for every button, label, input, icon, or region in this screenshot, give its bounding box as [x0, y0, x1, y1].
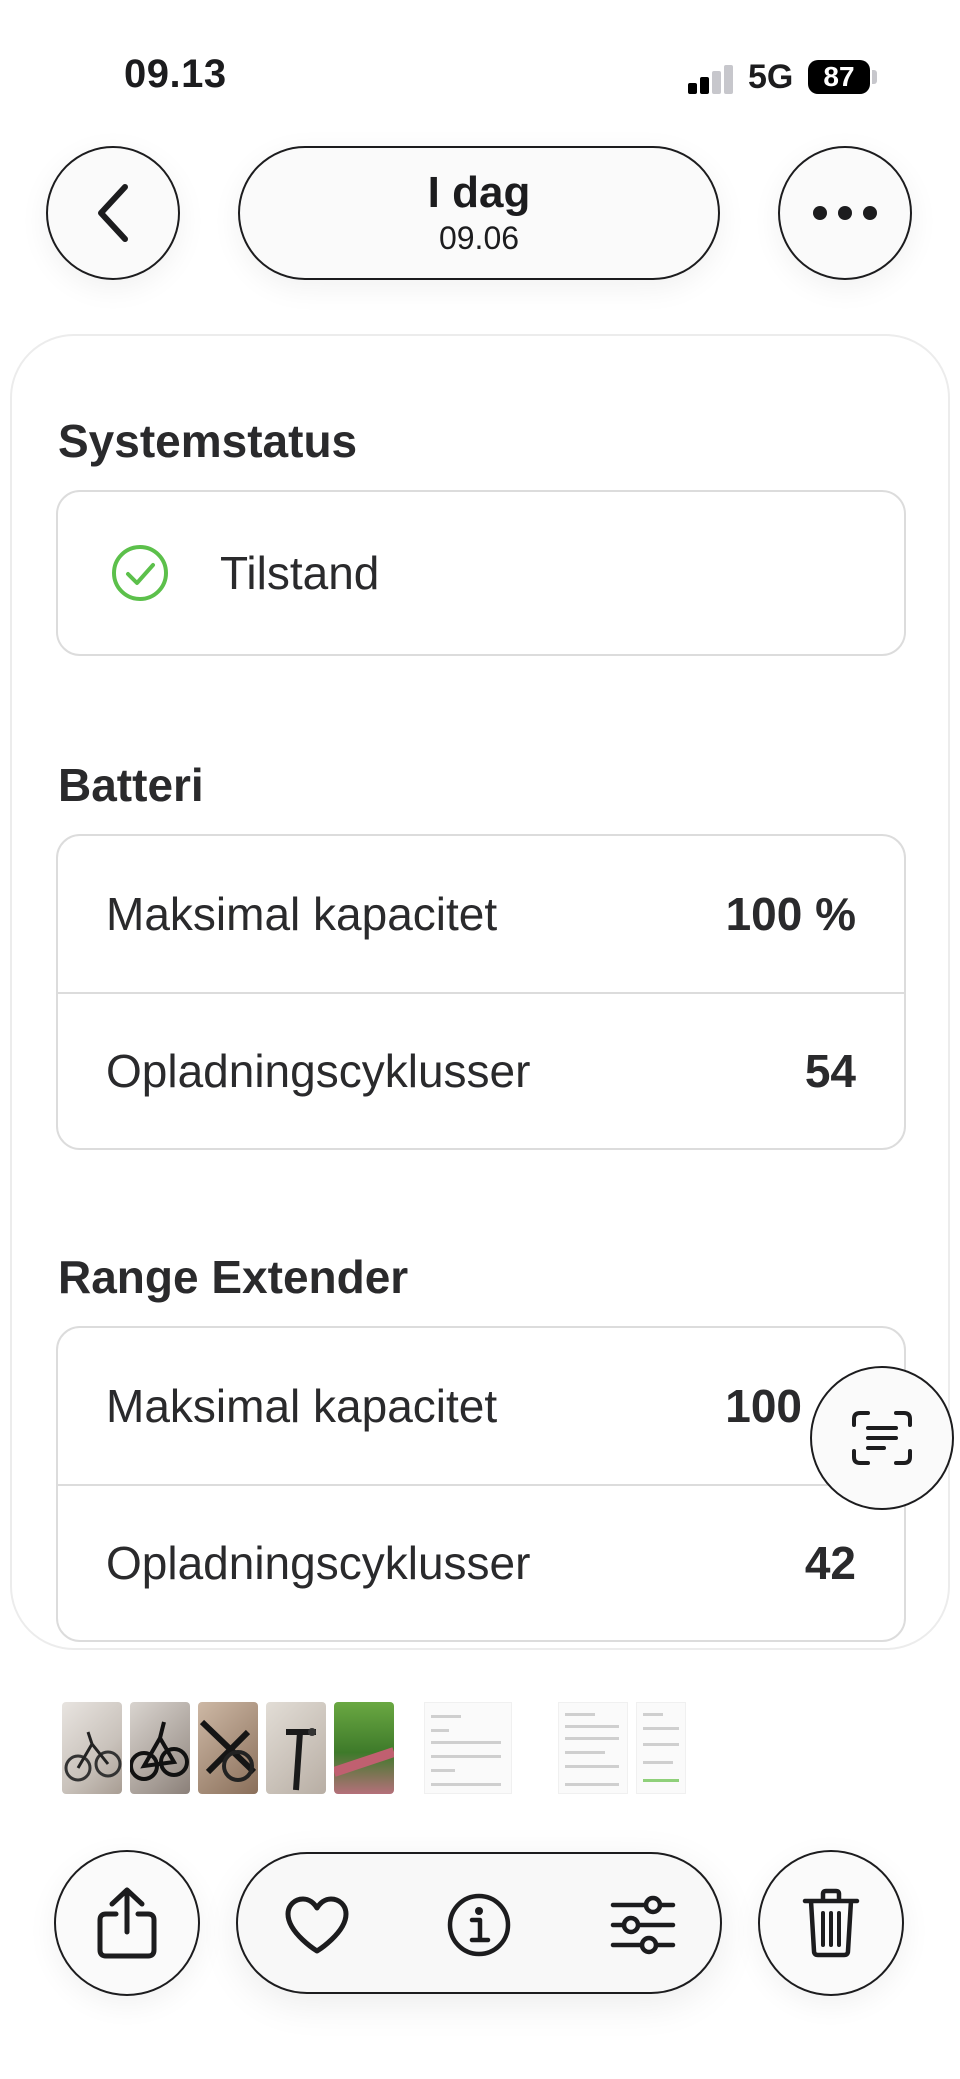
- thumbnail-bike-1[interactable]: [62, 1702, 122, 1794]
- system-status-row[interactable]: Tilstand: [58, 492, 904, 654]
- thumbnail-screenshot-1[interactable]: [424, 1702, 512, 1794]
- info-button[interactable]: [444, 1890, 514, 1960]
- chevron-left-icon: [98, 184, 128, 242]
- thumbnail-bike-5[interactable]: [334, 1702, 394, 1794]
- bike-image: [130, 1721, 189, 1781]
- battery-tip: [872, 70, 877, 84]
- row-value: 100 %: [725, 888, 856, 940]
- thumbnail-strip[interactable]: [62, 1702, 702, 1794]
- row-value: 42: [804, 1537, 856, 1589]
- live-text-button[interactable]: [810, 1366, 954, 1510]
- sliders-icon: [610, 1895, 676, 1955]
- section-heading-range-extender: Range Extender: [58, 1251, 409, 1303]
- battery-icon: 87: [808, 60, 870, 94]
- favorite-button[interactable]: [282, 1890, 352, 1960]
- battery-charge-cycles-row: Opladningscyklusser 54: [58, 992, 904, 1148]
- back-button[interactable]: [46, 146, 180, 280]
- row-label: Opladningscyklusser: [106, 1537, 531, 1589]
- system-status-group: Tilstand: [56, 490, 906, 656]
- share-button[interactable]: [54, 1850, 200, 1996]
- action-toolbar: [236, 1852, 722, 1994]
- heart-icon: [285, 1896, 349, 1954]
- section-heading-battery: Batteri: [58, 759, 204, 811]
- date-title-pill[interactable]: I dag 09.06: [238, 146, 720, 280]
- status-label: Tilstand: [220, 547, 380, 599]
- row-label: Maksimal kapacitet: [106, 888, 498, 940]
- thumbnail-screenshot-3[interactable]: [636, 1702, 686, 1794]
- status-bar: 09.13 5G 87: [0, 0, 960, 120]
- section-heading-system: Systemstatus: [58, 415, 358, 467]
- row-label: Opladningscyklusser: [106, 1045, 531, 1097]
- row-label: Maksimal kapacitet: [106, 1380, 498, 1432]
- adjust-button[interactable]: [608, 1890, 678, 1960]
- thumbnail-bike-2[interactable]: [130, 1702, 190, 1794]
- battery-max-capacity-row: Maksimal kapacitet 100 %: [58, 836, 904, 992]
- delete-button[interactable]: [758, 1850, 904, 1996]
- bike-image: [286, 1728, 316, 1791]
- status-time: 09.13: [124, 52, 227, 96]
- more-button[interactable]: [778, 146, 912, 280]
- page-subtitle: 09.06: [438, 220, 520, 256]
- row-value: 54: [804, 1045, 856, 1097]
- thumbnail-bike-4[interactable]: [266, 1702, 326, 1794]
- ellipsis-icon: [813, 206, 877, 220]
- checkmark-circle-icon: [112, 545, 168, 601]
- bike-image: [334, 1747, 394, 1777]
- info-icon: [447, 1893, 511, 1957]
- bike-image: [64, 1731, 122, 1782]
- row-value: 100: [725, 1380, 802, 1432]
- range-extender-group: Maksimal kapacitet 100 Opladningscykluss…: [56, 1326, 906, 1642]
- thumbnail-screenshot-2[interactable]: [558, 1702, 628, 1794]
- range-extender-max-capacity-row: Maksimal kapacitet 100: [58, 1328, 904, 1484]
- trash-icon: [802, 1888, 860, 1958]
- battery-group: Maksimal kapacitet 100 % Opladningscyklu…: [56, 834, 906, 1150]
- page-title: I dag: [427, 168, 531, 217]
- photo-content-card: Systemstatus Tilstand Batteri Maksimal k…: [10, 334, 950, 1650]
- thumbnail-bike-3[interactable]: [198, 1702, 258, 1794]
- share-icon: [97, 1887, 157, 1959]
- network-type: 5G: [748, 58, 794, 96]
- range-extender-charge-cycles-row: Opladningscyklusser 42: [58, 1484, 904, 1640]
- cellular-signal-icon: [688, 62, 736, 94]
- live-text-icon: [852, 1411, 912, 1465]
- bike-image: [199, 1719, 257, 1782]
